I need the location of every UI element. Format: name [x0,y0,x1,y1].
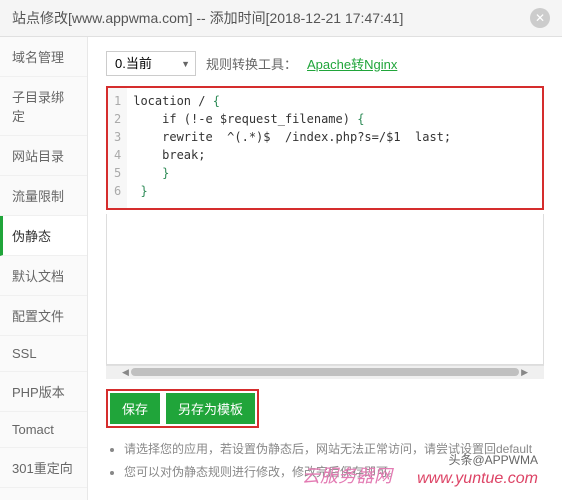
save-as-template-button[interactable]: 另存为模板 [166,393,255,424]
code-editor-highlight: 123456 location / { if (!-e $request_fil… [106,86,544,210]
sidebar-item-8[interactable]: PHP版本 [0,372,87,412]
template-select[interactable]: 0.当前 [106,51,196,76]
button-row: 保存 另存为模板 [106,389,544,428]
scrollbar-thumb[interactable] [131,368,519,376]
code-content[interactable]: location / { if (!-e $request_filename) … [127,88,542,208]
modal-title: 站点修改[www.appwma.com] -- 添加时间[2018-12-21 … [12,8,403,28]
toolbar: 0.当前 规则转换工具： Apache转Nginx [106,51,544,76]
watermark-attribution: 头条@APPWMA [448,451,538,468]
watermark-brand: 云服务器网 [302,462,392,488]
apache-to-nginx-link[interactable]: Apache转Nginx [307,54,397,73]
scroll-right-icon[interactable]: ▶ [519,367,530,378]
horizontal-scrollbar[interactable]: ◀ ▶ [106,365,544,379]
sidebar-item-6[interactable]: 配置文件 [0,296,87,336]
sidebar-item-7[interactable]: SSL [0,336,87,372]
sidebar-item-5[interactable]: 默认文档 [0,256,87,296]
sidebar-item-10[interactable]: 301重定向 [0,448,87,488]
sidebar-item-11[interactable]: 反向代理 [0,488,87,500]
sidebar-item-9[interactable]: Tomact [0,412,87,448]
main-panel: 0.当前 规则转换工具： Apache转Nginx 123456 locatio… [88,37,562,500]
sidebar-item-4[interactable]: 伪静态 [0,216,87,256]
modal-header: 站点修改[www.appwma.com] -- 添加时间[2018-12-21 … [0,0,562,37]
watermark-url: www.yuntue.com [417,470,538,488]
sidebar-nav: 域名管理子目录绑定网站目录流量限制伪静态默认文档配置文件SSLPHP版本Toma… [0,37,88,500]
sidebar-item-2[interactable]: 网站目录 [0,136,87,176]
code-editor[interactable]: 123456 location / { if (!-e $request_fil… [108,88,542,208]
code-editor-rest[interactable] [106,214,544,365]
sidebar-item-1[interactable]: 子目录绑定 [0,77,87,136]
line-gutter: 123456 [108,88,127,208]
tool-label: 规则转换工具： [206,54,297,73]
close-icon[interactable]: ✕ [530,8,550,28]
scroll-left-icon[interactable]: ◀ [120,367,131,378]
sidebar-item-3[interactable]: 流量限制 [0,176,87,216]
save-button[interactable]: 保存 [110,393,160,424]
sidebar-item-0[interactable]: 域名管理 [0,37,87,77]
